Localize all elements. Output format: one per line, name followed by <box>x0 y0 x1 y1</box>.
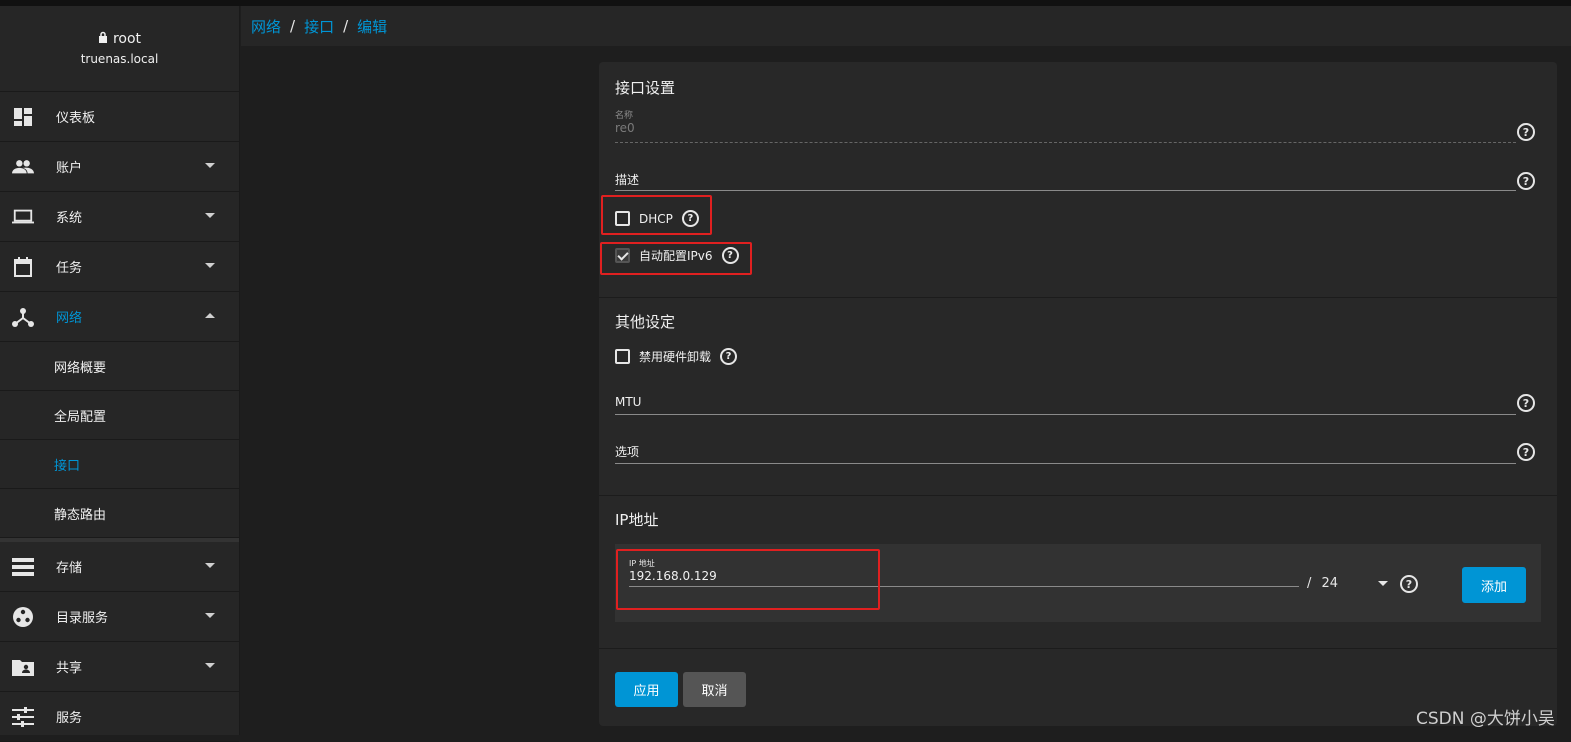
chevron-down-icon <box>205 163 215 168</box>
accounts-icon <box>12 156 34 178</box>
add-ip-button[interactable]: 添加 <box>1462 567 1526 603</box>
mtu-field-label: MTU <box>615 395 642 409</box>
options-field[interactable]: 选项 <box>615 443 1516 464</box>
breadcrumb-network[interactable]: 网络 <box>251 16 281 37</box>
description-field[interactable]: 描述 <box>615 171 1516 191</box>
netmask-separator: / <box>1307 576 1312 591</box>
watermark-text: CSDN @大饼小吴 <box>1416 709 1555 729</box>
hw-offload-checkbox[interactable] <box>615 349 630 364</box>
sidebar-sub-global-config[interactable]: 全局配置 <box>0 391 239 440</box>
chevron-down-icon <box>205 563 215 568</box>
chevron-down-icon <box>205 663 215 668</box>
chevron-down-icon <box>205 263 215 268</box>
netmask-select[interactable]: / 24 <box>1307 576 1338 591</box>
sidebar-item-label: 网络 <box>56 311 83 326</box>
cancel-button[interactable]: 取消 <box>683 672 746 707</box>
breadcrumb-separator: / <box>290 17 296 35</box>
section-title-other-settings: 其他设定 <box>615 313 676 331</box>
highlight-box-ip <box>616 549 880 610</box>
dashboard-icon <box>12 106 34 128</box>
calendar-icon <box>12 256 34 278</box>
sidebar-sub-interfaces[interactable]: 接口 <box>0 440 239 489</box>
name-help-icon[interactable]: ? <box>1517 123 1535 141</box>
sidebar-item-label: 系统 <box>56 211 83 226</box>
sidebar-item-network[interactable]: 网络 <box>0 292 239 342</box>
sidebar-item-label: 账户 <box>56 161 83 176</box>
name-field-label: 名称 <box>615 111 634 121</box>
section-divider <box>599 648 1557 649</box>
section-title-ip-address: IP地址 <box>615 511 659 529</box>
breadcrumb-interfaces[interactable]: 接口 <box>304 16 334 37</box>
hw-offload-checkbox-row[interactable]: 禁用硬件卸载 ? <box>615 348 738 365</box>
apply-button[interactable]: 应用 <box>615 672 678 707</box>
sidebar-sub-network-summary[interactable]: 网络概要 <box>0 342 239 391</box>
sidebar-item-storage[interactable]: 存储 <box>0 542 239 592</box>
user-name: root <box>112 31 142 47</box>
breadcrumb: 网络 / 接口 / 编辑 <box>241 6 1571 46</box>
sidebar-item-label: 服务 <box>56 711 83 726</box>
options-field-label: 选项 <box>615 445 640 459</box>
options-help-icon[interactable]: ? <box>1517 443 1535 461</box>
sidebar-item-dashboard[interactable]: 仪表板 <box>0 92 239 142</box>
sidebar-item-label: 任务 <box>56 261 83 276</box>
host-name: truenas.local <box>80 52 159 66</box>
chevron-down-icon <box>205 213 215 218</box>
network-icon <box>12 306 34 328</box>
section-divider <box>599 297 1557 298</box>
tune-icon <box>12 706 34 728</box>
chevron-down-icon[interactable] <box>1378 581 1388 586</box>
chevron-down-icon <box>205 613 215 618</box>
sidebar-item-label: 目录服务 <box>56 611 109 626</box>
directory-icon <box>12 606 34 628</box>
interface-form-card: 接口设置 名称 re0 ? 描述 ? DHCP ? 自动配置IPv6 ? 其他设… <box>599 62 1557 726</box>
sidebar-item-system[interactable]: 系统 <box>0 192 239 242</box>
highlight-box-dhcp <box>601 195 712 235</box>
sidebar-item-sharing[interactable]: 共享 <box>0 642 239 692</box>
breadcrumb-separator: / <box>343 17 349 35</box>
lock-icon <box>98 31 108 47</box>
description-help-icon[interactable]: ? <box>1517 172 1535 190</box>
sidebar-sub-static-routes[interactable]: 静态路由 <box>0 489 239 538</box>
description-field-label: 描述 <box>615 173 640 187</box>
mtu-field[interactable]: MTU <box>615 395 1516 415</box>
user-line: root <box>98 31 141 47</box>
sidebar-item-accounts[interactable]: 账户 <box>0 142 239 192</box>
section-divider <box>599 495 1557 496</box>
mtu-help-icon[interactable]: ? <box>1517 394 1535 412</box>
sidebar-item-label: 共享 <box>56 661 83 676</box>
storage-icon <box>12 556 34 578</box>
laptop-icon <box>12 206 34 228</box>
share-folder-icon <box>12 656 34 678</box>
section-title-interface-settings: 接口设置 <box>615 79 676 97</box>
hw-offload-label: 禁用硬件卸载 <box>639 350 712 364</box>
sidebar-item-label: 仪表板 <box>56 111 96 126</box>
hw-offload-help-icon[interactable]: ? <box>720 348 738 365</box>
sidebar: root truenas.local 仪表板 账户 系统 任务 网络 网络概要 … <box>0 6 240 742</box>
ip-help-icon[interactable]: ? <box>1400 575 1418 593</box>
sidebar-item-directory[interactable]: 目录服务 <box>0 592 239 642</box>
name-field-value: re0 <box>615 121 635 135</box>
netmask-value: 24 <box>1321 576 1339 591</box>
sidebar-item-tasks[interactable]: 任务 <box>0 242 239 292</box>
name-field[interactable]: 名称 re0 <box>615 108 1516 143</box>
highlight-box-ipv6 <box>600 242 752 275</box>
user-box: root truenas.local <box>0 6 239 92</box>
chevron-up-icon <box>205 313 215 318</box>
breadcrumb-edit[interactable]: 编辑 <box>357 16 387 37</box>
sidebar-item-label: 存储 <box>56 561 83 576</box>
